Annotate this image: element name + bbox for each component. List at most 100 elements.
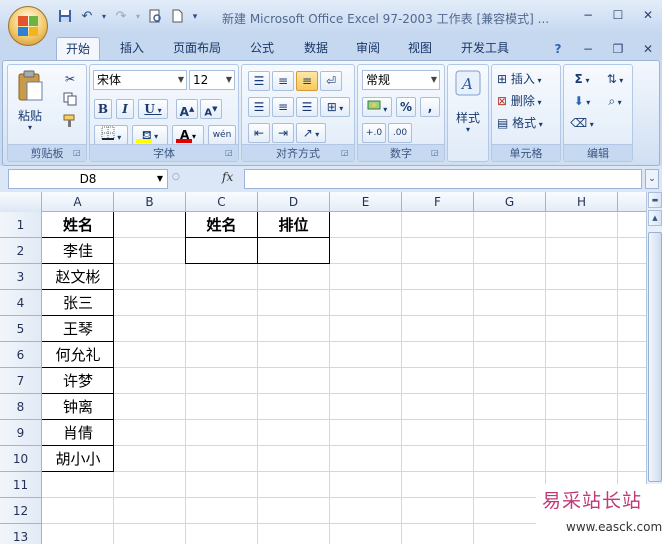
copy-icon[interactable] [60,91,80,111]
cell-a6[interactable]: 何允礼 [42,342,114,368]
cell-a9[interactable]: 肖倩 [42,420,114,446]
cell-a2[interactable]: 李佳 [42,238,114,264]
workbook-minimize-button[interactable]: − [578,40,598,58]
column-header-f[interactable]: F [402,192,474,212]
increase-indent-button[interactable]: ⇥ [272,123,294,143]
clear-button[interactable]: ⌫ ▾ [568,113,596,133]
row-header-10[interactable]: 10 [0,446,42,472]
row-header-7[interactable]: 7 [0,368,42,394]
expand-formula-bar-icon[interactable]: ⌄ [645,169,659,189]
row-header-1[interactable]: 1 [0,212,42,238]
row-header-3[interactable]: 3 [0,264,42,290]
align-top-button[interactable]: ☰ [248,71,270,91]
comma-button[interactable]: , [420,97,440,117]
cell-c2[interactable] [186,238,257,264]
close-button[interactable]: ✕ [638,6,658,24]
phonetic-button[interactable]: wén [208,125,236,145]
grow-font-button[interactable]: A▲ [176,99,198,119]
fill-color-button[interactable]: ⛾ ▾ [132,125,168,145]
cell-d1[interactable]: 排位 [258,212,329,238]
borders-button[interactable]: ▾ [94,125,128,145]
align-bottom-button[interactable]: ≡ [296,71,318,91]
save-icon[interactable] [56,9,74,25]
orientation-button[interactable]: ↗ ▾ [296,123,326,143]
scroll-thumb[interactable] [648,232,662,482]
format-cells-button[interactable]: ▤ 格式 ▾ [496,113,558,133]
column-header-d[interactable]: D [258,192,330,212]
decrease-decimal-button[interactable]: .00 [388,123,412,143]
align-center-button[interactable]: ≡ [272,97,294,117]
name-box-dropdown-icon[interactable]: ▼ [157,170,163,188]
align-left-button[interactable]: ☰ [248,97,270,117]
column-header-h[interactable]: H [546,192,618,212]
underline-button[interactable]: U ▾ [138,99,168,119]
formula-input[interactable] [244,169,642,189]
tab-review[interactable]: 审阅 [346,37,390,60]
insert-cells-button[interactable]: ⊞ 插入 ▾ [496,69,558,89]
cell-a8[interactable]: 钟离 [42,394,114,420]
name-box[interactable]: D8 ▼ [8,169,168,189]
tab-formulas[interactable]: 公式 [240,37,284,60]
sort-filter-button[interactable]: ⇅ ▾ [600,69,630,89]
scroll-split-icon[interactable]: ▬ [648,192,662,208]
workbook-close-button[interactable]: ✕ [638,40,658,58]
merge-center-button[interactable]: ⊞ ▾ [320,97,350,117]
undo-icon[interactable]: ↶ [78,9,96,25]
font-size-combo[interactable]: 12 ▼ [189,70,235,90]
font-color-button[interactable]: A ▾ [172,125,204,145]
office-button[interactable] [8,6,48,46]
decrease-indent-button[interactable]: ⇤ [248,123,270,143]
percent-button[interactable]: % [396,97,416,117]
row-header-4[interactable]: 4 [0,290,42,316]
row-header-8[interactable]: 8 [0,394,42,420]
redo-dropdown-icon[interactable]: ▾ [134,9,142,25]
tab-page-layout[interactable]: 页面布局 [164,37,230,60]
cell-c1[interactable]: 姓名 [186,212,257,238]
scroll-up-icon[interactable]: ▲ [648,210,662,226]
cell-d2[interactable] [258,238,329,264]
column-header-g[interactable]: G [474,192,546,212]
cell-a10[interactable]: 胡小小 [42,446,114,472]
font-name-dropdown-icon[interactable]: ▼ [178,71,184,89]
align-right-button[interactable]: ☰ [296,97,318,117]
tab-developer[interactable]: 开发工具 [452,37,518,60]
font-name-combo[interactable]: 宋体 ▼ [93,70,187,90]
tab-view[interactable]: 视图 [398,37,442,60]
row-header-2[interactable]: 2 [0,238,42,264]
tab-home[interactable]: 开始 [56,37,100,60]
shrink-font-button[interactable]: A▼ [200,99,222,119]
maximize-button[interactable]: ☐ [608,6,628,24]
cell-a4[interactable]: 张三 [42,290,114,316]
fill-button[interactable]: ⬇ ▾ [568,91,596,111]
cell-a7[interactable]: 许梦 [42,368,114,394]
format-painter-icon[interactable] [60,113,80,133]
row-header-9[interactable]: 9 [0,420,42,446]
number-launcher-icon[interactable]: ◲ [431,148,441,158]
minimize-button[interactable]: − [578,6,598,24]
delete-cells-button[interactable]: ⊠ 删除 ▾ [496,91,558,111]
column-header-a[interactable]: A [42,192,114,212]
row-header-6[interactable]: 6 [0,342,42,368]
bold-button[interactable]: B [94,99,112,119]
increase-decimal-button[interactable]: +.0 [362,123,386,143]
clipboard-launcher-icon[interactable]: ◲ [73,148,83,158]
print-preview-icon[interactable] [146,9,164,25]
alignment-launcher-icon[interactable]: ◲ [341,148,351,158]
autosum-button[interactable]: Σ ▾ [568,69,596,89]
italic-button[interactable]: I [116,99,134,119]
new-icon[interactable] [168,9,186,25]
undo-dropdown-icon[interactable]: ▾ [100,9,108,25]
row-header-5[interactable]: 5 [0,316,42,342]
align-middle-button[interactable]: ≡ [272,71,294,91]
insert-function-button[interactable]: fx [222,170,242,188]
font-launcher-icon[interactable]: ◲ [225,148,235,158]
row-header-11[interactable]: 11 [0,472,42,498]
customize-qat-icon[interactable]: ▾ [190,9,200,25]
number-format-combo[interactable]: 常规 ▼ [362,70,440,90]
column-header-c[interactable]: C [186,192,258,212]
find-select-button[interactable]: ⌕ ▾ [600,91,630,111]
cut-icon[interactable]: ✂ [60,69,80,89]
help-icon[interactable]: ? [548,40,568,58]
wrap-text-button[interactable]: ⏎ [320,71,342,91]
cell-a3[interactable]: 赵文彬 [42,264,114,290]
